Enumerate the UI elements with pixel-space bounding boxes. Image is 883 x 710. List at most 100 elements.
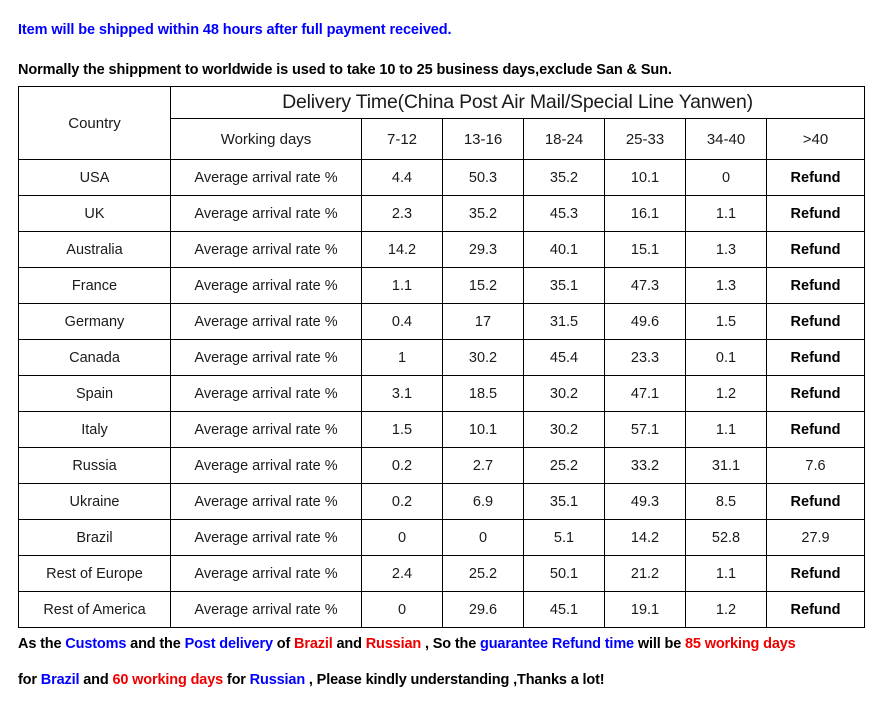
- cell-country: UK: [18, 195, 171, 232]
- cell-rate-13-16: 35.2: [442, 195, 524, 232]
- cell-rate-25-33: 57.1: [604, 411, 686, 448]
- cell-rate-18-24: 40.1: [523, 231, 605, 268]
- footer-segment: Customs: [65, 636, 127, 652]
- cell-rate-over-40: 7.6: [766, 447, 865, 484]
- cell-rate-13-16: 15.2: [442, 267, 524, 304]
- cell-rate-18-24: 30.2: [523, 375, 605, 412]
- cell-rate-34-40: 1.1: [685, 195, 767, 232]
- cell-country: Australia: [18, 231, 171, 268]
- cell-rate-25-33: 49.6: [604, 303, 686, 340]
- table-row: USA Average arrival rate % 4.4 50.3 35.2 10.1…: [18, 159, 865, 196]
- table-row: Canada Average arrival rate % 1 30.2 45.4 23.…: [18, 339, 865, 376]
- cell-rate-34-40: 0.1: [685, 339, 767, 376]
- cell-rate-18-24: 35.2: [523, 159, 605, 196]
- cell-rate-13-16: 50.3: [442, 159, 524, 196]
- cell-rate-13-16: 6.9: [442, 483, 524, 520]
- cell-rate-18-24: 25.2: [523, 447, 605, 484]
- cell-rate-7-12: 0.4: [361, 303, 443, 340]
- table-row: UK Average arrival rate % 2.3 35.2 45.3 16.1 1…: [18, 195, 865, 232]
- cell-metric-label: Average arrival rate %: [170, 231, 362, 268]
- table-row: Spain Average arrival rate % 3.1 18.5 30.2 47…: [18, 375, 865, 412]
- footer-segment: As the: [18, 636, 66, 652]
- cell-metric-label: Average arrival rate %: [170, 591, 362, 628]
- header-band-over-40: >40: [766, 118, 865, 160]
- cell-rate-18-24: 5.1: [523, 519, 605, 556]
- cell-rate-over-40: Refund: [766, 591, 865, 628]
- table-row: Australia Average arrival rate % 14.2 29.3 4…: [18, 231, 865, 268]
- cell-rate-7-12: 1: [361, 339, 443, 376]
- cell-metric-label: Average arrival rate %: [170, 519, 362, 556]
- footer-segment: 60 working days: [112, 672, 224, 688]
- cell-rate-25-33: 49.3: [604, 483, 686, 520]
- cell-rate-25-33: 47.1: [604, 375, 686, 412]
- footer-segment: Russian: [365, 636, 422, 652]
- cell-country: Spain: [18, 375, 171, 412]
- cell-rate-25-33: 47.3: [604, 267, 686, 304]
- header-working-days: Working days: [170, 118, 362, 160]
- cell-rate-34-40: 1.3: [685, 231, 767, 268]
- cell-rate-over-40: Refund: [766, 339, 865, 376]
- cell-rate-over-40: Refund: [766, 555, 865, 592]
- cell-rate-18-24: 50.1: [523, 555, 605, 592]
- cell-rate-7-12: 4.4: [361, 159, 443, 196]
- cell-rate-13-16: 29.6: [442, 591, 524, 628]
- cell-rate-34-40: 1.1: [685, 411, 767, 448]
- cell-rate-25-33: 19.1: [604, 591, 686, 628]
- cell-rate-34-40: 1.5: [685, 303, 767, 340]
- cell-metric-label: Average arrival rate %: [170, 195, 362, 232]
- cell-country: Rest of Europe: [18, 555, 171, 592]
- cell-rate-over-40: 27.9: [766, 519, 865, 556]
- cell-rate-7-12: 1.1: [361, 267, 443, 304]
- footer-segment: will be: [633, 636, 686, 652]
- cell-rate-25-33: 14.2: [604, 519, 686, 556]
- footer-segment: for: [223, 672, 250, 688]
- table-row: Rest of America Average arrival rate % 0 29…: [18, 591, 865, 628]
- cell-rate-7-12: 3.1: [361, 375, 443, 412]
- header-country: Country: [18, 86, 171, 160]
- cell-rate-over-40: Refund: [766, 375, 865, 412]
- cell-rate-25-33: 16.1: [604, 195, 686, 232]
- cell-rate-13-16: 17: [442, 303, 524, 340]
- cell-rate-18-24: 45.4: [523, 339, 605, 376]
- table-row: Ukraine Average arrival rate % 0.2 6.9 35.1 4…: [18, 483, 865, 520]
- cell-rate-13-16: 25.2: [442, 555, 524, 592]
- cell-rate-18-24: 35.1: [523, 483, 605, 520]
- footer-segment: guarantee Refund time: [480, 636, 634, 652]
- cell-metric-label: Average arrival rate %: [170, 375, 362, 412]
- cell-metric-label: Average arrival rate %: [170, 447, 362, 484]
- cell-rate-13-16: 29.3: [442, 231, 524, 268]
- cell-rate-over-40: Refund: [766, 231, 865, 268]
- cell-rate-34-40: 1.2: [685, 591, 767, 628]
- cell-rate-18-24: 30.2: [523, 411, 605, 448]
- footer-segment: Brazil: [294, 636, 333, 652]
- cell-country: Russia: [18, 447, 171, 484]
- cell-rate-over-40: Refund: [766, 159, 865, 196]
- cell-rate-34-40: 1.3: [685, 267, 767, 304]
- cell-country: USA: [18, 159, 171, 196]
- cell-metric-label: Average arrival rate %: [170, 267, 362, 304]
- cell-rate-7-12: 1.5: [361, 411, 443, 448]
- footer-segment: Russian: [249, 672, 306, 688]
- cell-country: France: [18, 267, 171, 304]
- delivery-time-table-container: Country Delivery Time(China Post Air Mai…: [18, 86, 865, 628]
- notice-worldwide-delivery: Normally the shippment to worldwide is u…: [18, 62, 672, 78]
- cell-rate-34-40: 1.2: [685, 375, 767, 412]
- cell-rate-over-40: Refund: [766, 267, 865, 304]
- table-row: Brazil Average arrival rate % 0 0 5.1 14.2 52.…: [18, 519, 865, 556]
- cell-rate-13-16: 10.1: [442, 411, 524, 448]
- cell-rate-13-16: 0: [442, 519, 524, 556]
- cell-country: Italy: [18, 411, 171, 448]
- footer-refund-policy-line-2: for Brazil and 60 working days for Russi…: [18, 672, 605, 688]
- table-row: Rest of Europe Average arrival rate % 2.4 2…: [18, 555, 865, 592]
- cell-rate-34-40: 31.1: [685, 447, 767, 484]
- cell-rate-7-12: 2.3: [361, 195, 443, 232]
- table-row: Germany Average arrival rate % 0.4 17 31.5 49…: [18, 303, 865, 340]
- cell-country: Canada: [18, 339, 171, 376]
- cell-rate-18-24: 45.1: [523, 591, 605, 628]
- cell-rate-7-12: 0.2: [361, 447, 443, 484]
- cell-rate-7-12: 14.2: [361, 231, 443, 268]
- cell-metric-label: Average arrival rate %: [170, 411, 362, 448]
- cell-rate-34-40: 0: [685, 159, 767, 196]
- cell-rate-25-33: 10.1: [604, 159, 686, 196]
- table-header: Country Delivery Time(China Post Air Mai…: [18, 86, 865, 160]
